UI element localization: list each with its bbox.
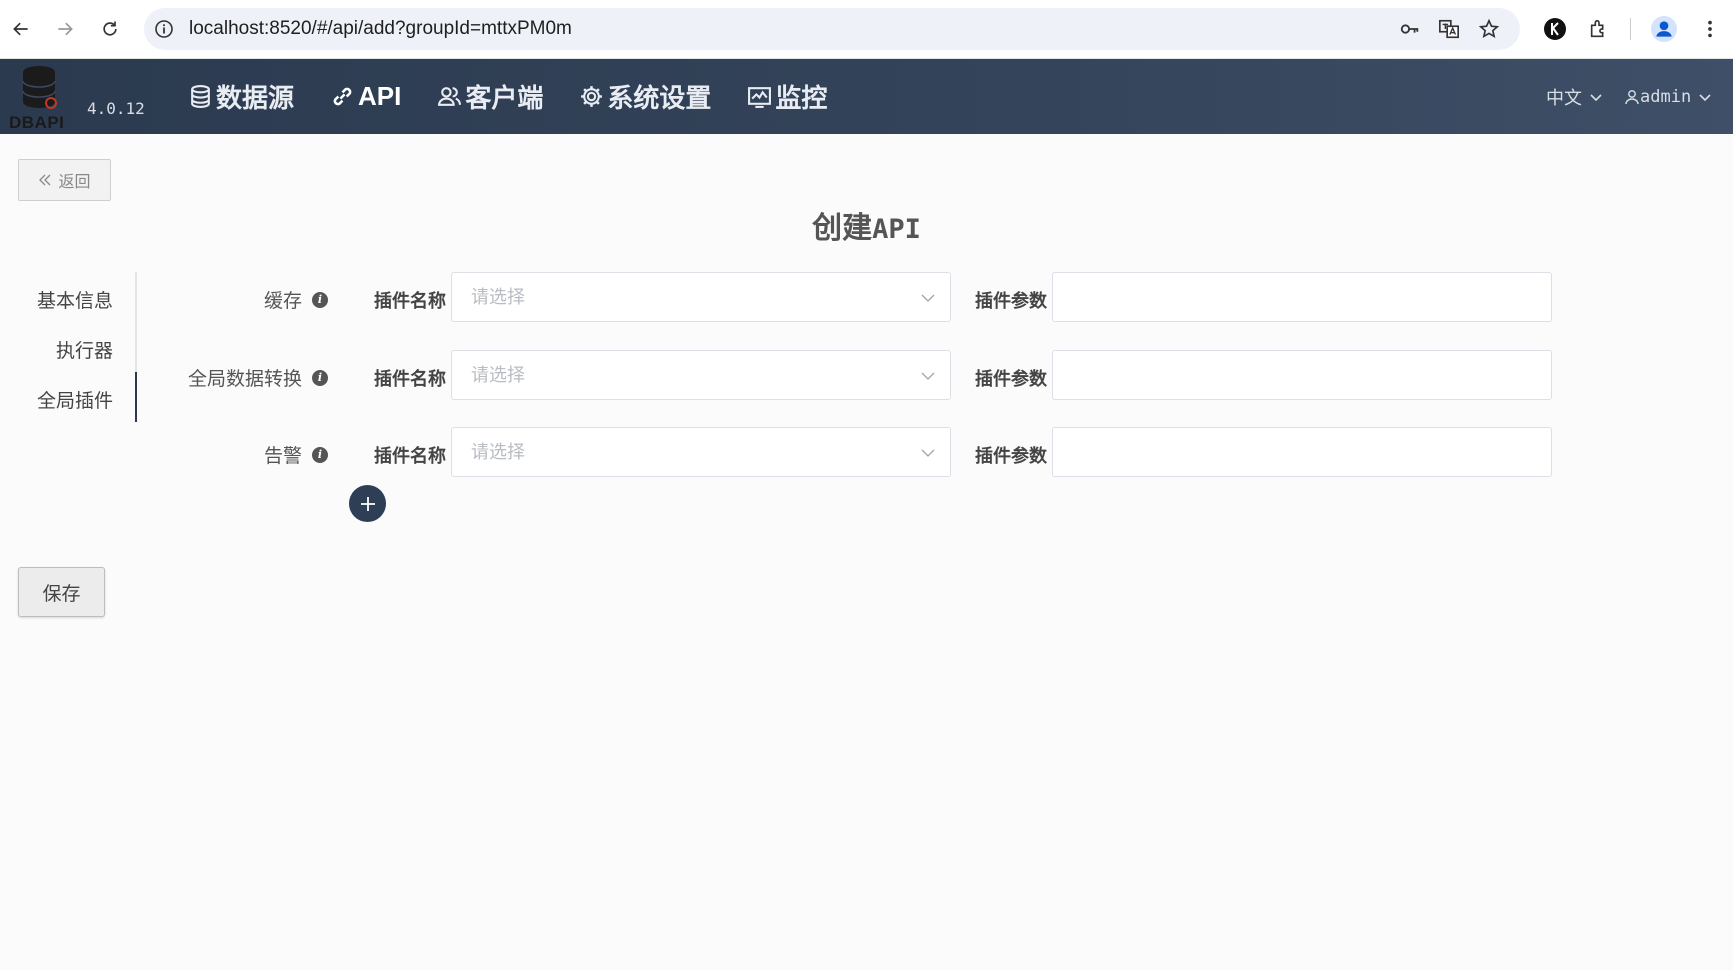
plugin-name-label: 插件名称 [374,369,446,389]
url-text[interactable]: localhost:8520/#/api/add?groupId=mttxPM0… [189,8,572,50]
nav-label: 数据源 [216,83,295,113]
double-chevron-left-icon [39,174,51,186]
address-bar[interactable]: localhost:8520/#/api/add?groupId=mttxPM0… [144,8,1520,50]
gear-icon [581,86,603,107]
side-tabs: 基本信息 执行器 全局插件 [0,272,137,422]
nav-item-client[interactable]: 客户端 [437,78,543,115]
site-info-icon[interactable] [154,19,174,39]
plugin-param-label: 插件参数 [975,446,1047,466]
title-api: API [872,214,921,245]
nav-label: 客户端 [465,83,544,113]
plugin-param-label: 插件参数 [975,369,1047,389]
row-label-cache: 缓存 i [264,286,328,313]
extensions-puzzle-icon[interactable] [1584,14,1614,44]
app-header: DBAPI 4.0.12 数据源 API 客户端 系统设置 监控 中文 admi… [0,59,1733,134]
plugin-name-label: 插件名称 [374,291,446,311]
nav-item-api[interactable]: API [330,81,401,112]
nav-item-monitor[interactable]: 监控 [747,78,827,115]
chevron-down-icon [921,294,935,302]
page-title: 创建API [0,203,1733,247]
row-label-text: 全局数据转换 [187,369,302,390]
api-link-icon [333,87,352,106]
select-placeholder: 请选择 [471,287,525,307]
users-icon [438,87,462,106]
toolbar-divider [1630,18,1631,40]
language-label: 中文 [1546,87,1582,108]
nav-label: 系统设置 [607,83,712,113]
chevron-down-icon [921,449,935,457]
plugin-name-label: 插件名称 [374,446,446,466]
select-placeholder: 请选择 [471,442,525,462]
username-label: admin [1640,86,1692,107]
main-nav: 数据源 API 客户端 系统设置 监控 [188,59,863,134]
row-label-alarm: 告警 i [264,441,328,468]
nav-item-settings[interactable]: 系统设置 [579,78,711,115]
back-label: 返回 [58,174,91,191]
user-dropdown[interactable]: admin [1624,59,1713,134]
info-icon[interactable]: i [312,369,328,386]
browser-menu-icon[interactable] [1695,14,1725,44]
chevron-down-icon [1590,93,1602,101]
version-label: 4.0.12 [87,99,145,118]
tab-global-plugins[interactable]: 全局插件 [37,386,113,413]
browser-toolbar: localhost:8520/#/api/add?groupId=mttxPM0… [0,0,1733,59]
select-placeholder: 请选择 [471,365,525,385]
extension-k-icon[interactable] [1540,14,1570,44]
chevron-down-icon [1699,93,1711,101]
user-icon [1625,89,1639,104]
translate-icon[interactable] [1437,17,1461,41]
row-label-global-transform: 全局数据转换 i [188,364,328,391]
row-label-text: 告警 [263,446,302,467]
add-plugin-button[interactable] [349,485,386,522]
info-icon[interactable]: i [312,291,328,308]
cache-plugin-select[interactable]: 请选择 [451,272,951,322]
language-dropdown[interactable]: 中文 [1546,59,1604,134]
logo-text: DBAPI [9,113,65,132]
bookmark-star-icon[interactable] [1477,17,1501,41]
transform-plugin-param-input[interactable] [1052,350,1552,400]
password-key-icon[interactable] [1398,17,1422,41]
info-icon[interactable]: i [312,446,328,463]
forward-arrow-icon[interactable] [50,14,80,44]
title-text: 创建 [812,212,873,245]
plus-icon [360,496,375,511]
cache-plugin-param-input[interactable] [1052,272,1552,322]
active-tab-indicator [135,372,137,422]
chevron-down-icon [921,372,935,380]
plugin-param-label: 插件参数 [975,291,1047,311]
reload-icon[interactable] [95,14,125,44]
nav-item-datasource[interactable]: 数据源 [188,78,294,115]
tab-executor[interactable]: 执行器 [56,336,113,363]
database-icon [191,85,210,108]
alarm-plugin-select[interactable]: 请选择 [451,427,951,477]
transform-plugin-select[interactable]: 请选择 [451,350,951,400]
nav-label: API [358,81,402,111]
tab-basic-info[interactable]: 基本信息 [37,286,113,313]
back-arrow-icon[interactable] [6,14,36,44]
profile-avatar-icon[interactable] [1649,14,1679,44]
nav-label: 监控 [775,83,828,113]
monitor-chart-icon [748,87,772,108]
alarm-plugin-param-input[interactable] [1052,427,1552,477]
back-button[interactable]: 返回 [18,159,111,201]
dbapi-logo[interactable]: DBAPI [4,63,74,132]
save-button[interactable]: 保存 [18,567,105,617]
row-label-text: 缓存 [263,291,302,312]
